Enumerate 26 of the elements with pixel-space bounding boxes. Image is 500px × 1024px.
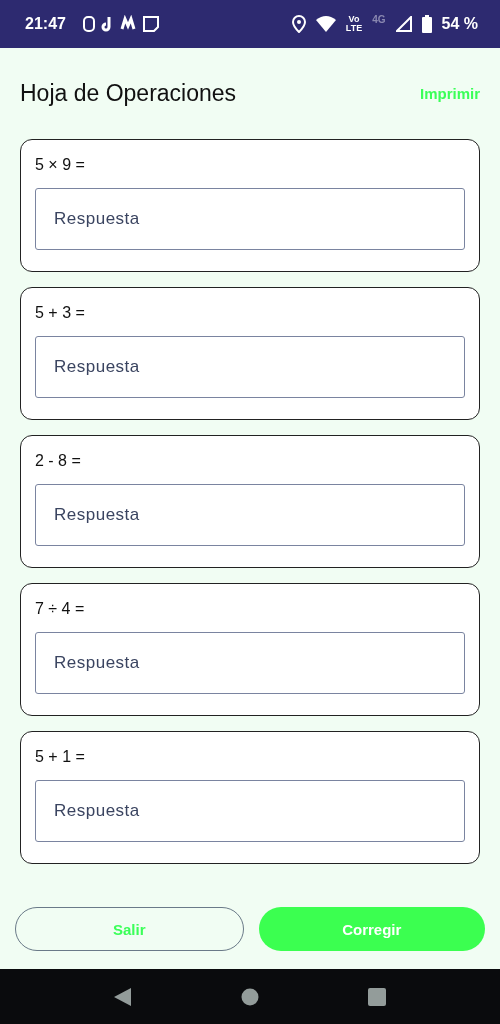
answer-field[interactable]: Respuesta — [35, 188, 465, 250]
back-icon[interactable] — [114, 987, 133, 1006]
network-label: 4G — [372, 14, 386, 25]
status-time: 21:47 — [25, 15, 66, 33]
battery-icon — [421, 15, 432, 33]
answer-field[interactable]: Respuesta — [35, 632, 465, 694]
page-title: Hoja de Operaciones — [20, 80, 237, 107]
print-link[interactable]: Imprimir — [420, 85, 480, 102]
answer-field[interactable]: Respuesta — [35, 336, 465, 398]
battery-percent: 54 % — [441, 15, 478, 33]
answer-field[interactable]: Respuesta — [35, 484, 465, 546]
primary-button[interactable]: Corregir — [258, 907, 485, 951]
recents-icon[interactable] — [367, 987, 386, 1006]
question-text: 5 + 1 = — [35, 748, 86, 766]
home-icon[interactable] — [241, 987, 259, 1006]
app-notification-icon — [81, 15, 162, 33]
answer-field[interactable]: Respuesta — [35, 780, 465, 842]
volte-label: LTE — [345, 24, 363, 33]
volte-label: Vo — [348, 15, 360, 24]
location-icon — [291, 15, 306, 33]
question-text: 5 + 3 = — [35, 304, 86, 322]
signal-icon — [395, 16, 412, 32]
wifi-icon — [315, 16, 336, 32]
question-text: 7 ÷ 4 = — [35, 600, 86, 618]
question-text: 2 - 8 = — [35, 452, 82, 470]
question-text: 5 × 9 = — [35, 156, 86, 174]
